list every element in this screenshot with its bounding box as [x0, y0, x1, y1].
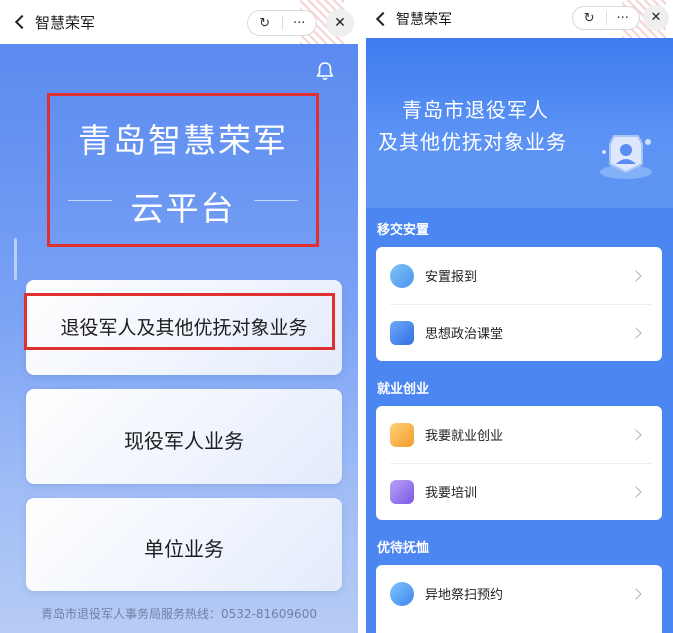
card-unit-business[interactable]: 单位业务 — [26, 498, 342, 591]
back-arrow-icon[interactable] — [14, 14, 30, 30]
list-item-employment[interactable]: 我要就业创业 — [376, 406, 662, 463]
close-icon[interactable]: ✕ — [643, 5, 669, 31]
section-title-employment: 就业创业 — [377, 382, 430, 397]
person-checkin-icon — [390, 263, 414, 288]
banner-line1: 青岛市退役军人 — [402, 98, 549, 122]
left-screen: 智慧荣军 ↻ ··· ✕ 青岛智慧荣军 云平台 退役军人及其他优抚对象业务 现役… — [0, 0, 358, 633]
banner-line2: 及其他优抚对象业务 — [378, 130, 567, 154]
scroll-indicator — [14, 238, 17, 280]
chevron-right-icon — [630, 269, 642, 282]
close-icon[interactable]: ✕ — [326, 9, 354, 37]
briefcase-icon — [390, 422, 414, 447]
more-icon[interactable]: ··· — [606, 11, 639, 26]
list-item-label: 异地祭扫预约 — [425, 588, 504, 603]
chevron-right-icon — [630, 485, 642, 498]
card-label: 单位业务 — [144, 537, 224, 561]
refresh-icon[interactable]: ↻ — [248, 16, 282, 31]
book-icon — [390, 479, 414, 504]
list-item-political-class[interactable]: 思想政治课堂 — [376, 304, 662, 361]
platform-title-line1: 青岛智慧荣军 — [78, 121, 288, 160]
memorial-icon — [390, 581, 414, 606]
list-item-checkin[interactable]: 安置报到 — [376, 247, 662, 304]
list-item-label: 我要培训 — [425, 486, 478, 501]
header-title: 智慧荣军 — [35, 13, 96, 32]
section-group-benefits: 异地祭扫预约 — [376, 565, 662, 633]
list-item-memorial[interactable]: 异地祭扫预约 — [376, 565, 662, 622]
list-item-label: 我要就业创业 — [425, 429, 504, 444]
list-item-label: 安置报到 — [425, 270, 478, 285]
card-label: 现役军人业务 — [124, 429, 244, 453]
card-highlight-box — [24, 293, 335, 350]
mini-program-capsule: ↻ ··· — [572, 6, 640, 30]
refresh-icon[interactable]: ↻ — [573, 11, 606, 26]
list-item-label: 思想政治课堂 — [425, 327, 504, 342]
video-class-icon — [390, 320, 414, 345]
medal-badge-icon — [600, 135, 652, 179]
service-hotline: 青岛市退役军人事务局服务热线：0532-81609600 — [41, 607, 317, 621]
chevron-right-icon — [630, 428, 642, 441]
section-title-benefits: 优待抚恤 — [377, 541, 430, 556]
list-item-training[interactable]: 我要培训 — [376, 463, 662, 520]
header-title: 智慧荣军 — [396, 12, 452, 28]
more-icon[interactable]: ··· — [282, 16, 316, 31]
chevron-right-icon — [630, 326, 642, 339]
section-group-transfer: 安置报到 思想政治课堂 — [376, 247, 662, 361]
right-screen: 智慧荣军 ↻ ··· ✕ 青岛市退役军人 及其他优抚对象业务 移交安置 安置报到… — [366, 0, 673, 633]
platform-title-line2: 云平台 — [130, 189, 236, 228]
service-banner: 青岛市退役军人 及其他优抚对象业务 — [366, 38, 673, 208]
section-group-employment: 我要就业创业 我要培训 — [376, 406, 662, 520]
bell-icon[interactable] — [315, 60, 335, 82]
card-active-soldiers[interactable]: 现役军人业务 — [26, 389, 342, 484]
back-arrow-icon[interactable] — [375, 11, 391, 27]
chevron-right-icon — [630, 587, 642, 600]
platform-title-highlight: 青岛智慧荣军 云平台 — [47, 93, 319, 247]
mini-program-capsule: ↻ ··· — [247, 10, 317, 36]
section-title-transfer: 移交安置 — [377, 223, 430, 238]
